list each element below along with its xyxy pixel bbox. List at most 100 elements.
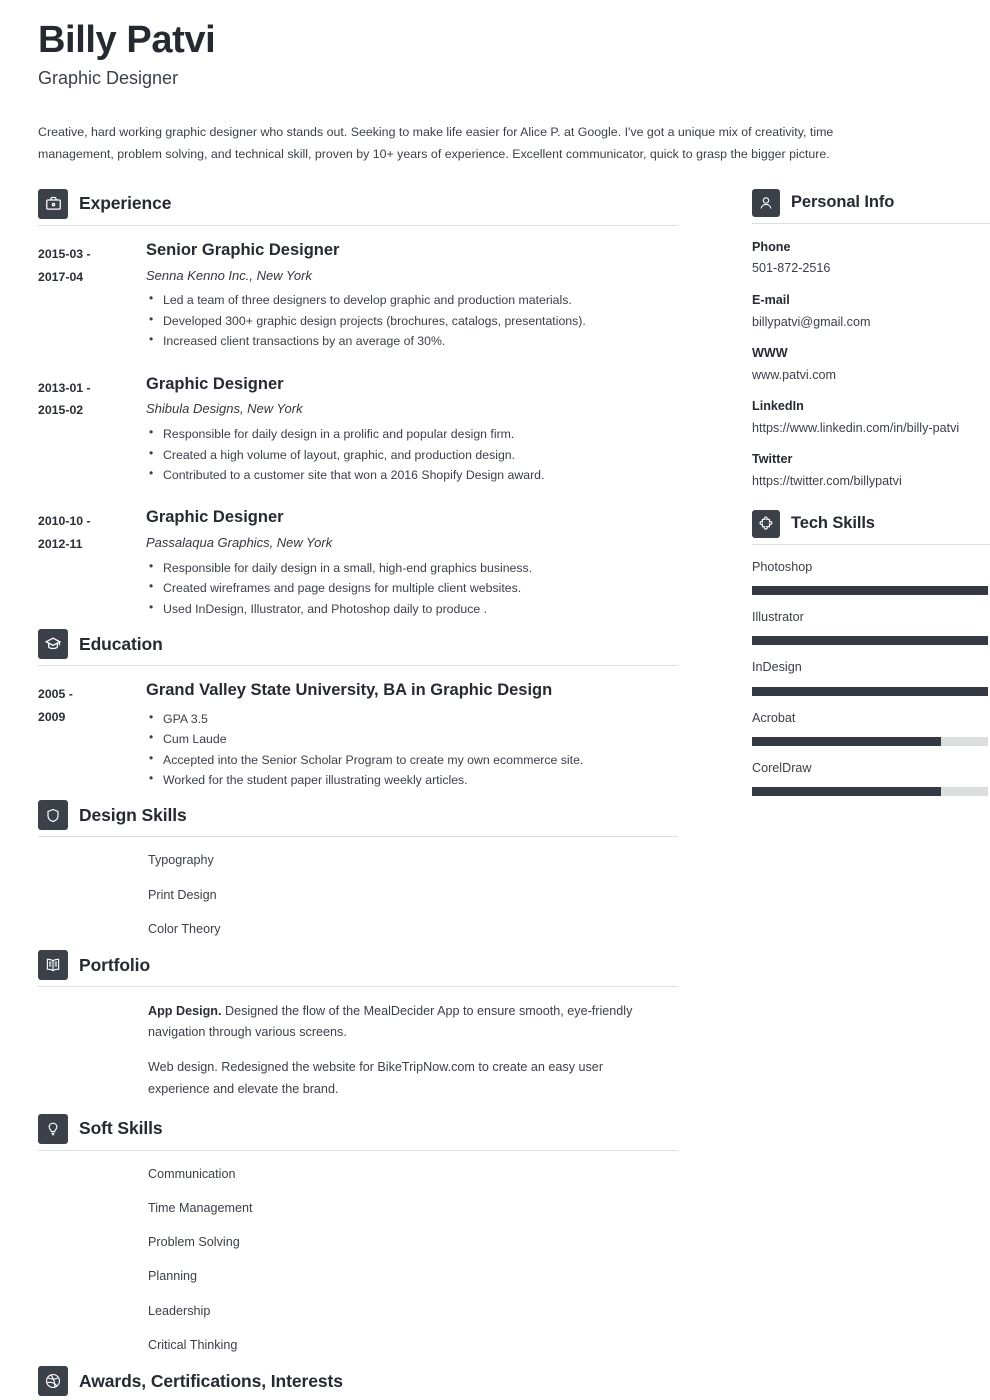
soft-skills-heading: Soft Skills (38, 1113, 678, 1150)
date-start: 2010-10 - (38, 514, 91, 529)
skill-name: CorelDraw (752, 761, 812, 776)
portfolio-list: App Design. Designed the flow of the Mea… (38, 1001, 678, 1100)
info-value: 501-872-2516 (752, 261, 831, 276)
design-skills-heading: Design Skills (38, 800, 678, 836)
skill-name: Illustrator (752, 609, 804, 624)
entry-role: Graphic Designer (146, 508, 284, 527)
professional-summary: Creative, hard working graphic designer … (38, 125, 834, 161)
bullet-item: Increased client transactions by an aver… (146, 330, 678, 351)
date-start: 2015-03 - (38, 246, 91, 261)
list-item: Time Management (148, 1200, 253, 1215)
info-value: https://twitter.com/billypatvi (752, 473, 902, 488)
entry-role: Graphic Designer (146, 374, 284, 393)
info-field: LinkedIn https://www.linkedin.com/in/bil… (752, 397, 990, 437)
personal-info-heading: Personal Info (752, 188, 990, 223)
skill-bar: InDesign (752, 659, 990, 696)
skill-fill (752, 737, 941, 747)
section-title: Soft Skills (79, 1118, 163, 1139)
experience-entry: 2010-10 - 2012-11 Graphic Designer Passa… (38, 507, 678, 619)
section-divider (38, 1149, 678, 1151)
education-entry: 2005 - 2009 Grand Valley State Universit… (38, 680, 678, 790)
design-skills-list: Typography Print Design Color Theory (38, 851, 678, 938)
info-label: LinkedIn (752, 399, 804, 414)
entry-role: Senior Graphic Designer (146, 240, 340, 259)
list-item: Print Design (148, 887, 217, 902)
skill-name: InDesign (752, 660, 802, 675)
bullet-item: Responsible for daily design in a small,… (146, 557, 678, 578)
entry-date-range: 2010-10 - 2012-11 (38, 507, 146, 619)
list-item: Communication (148, 1166, 236, 1181)
section-divider (38, 986, 678, 988)
entry-bullets: Led a team of three designers to develop… (146, 289, 678, 351)
portfolio-item: Web design. Redesigned the website for B… (148, 1057, 668, 1099)
info-field: Twitter https://twitter.com/billypatvi (752, 450, 990, 490)
date-start: 2013-01 - (38, 380, 91, 395)
section-divider (38, 665, 678, 667)
skill-bar: CorelDraw (752, 760, 990, 797)
entry-date-range: 2005 - 2009 (38, 680, 146, 790)
section-title: Experience (79, 193, 172, 214)
list-item: Problem Solving (148, 1235, 240, 1250)
info-value: www.patvi.com (752, 367, 836, 382)
section-title: Awards, Certifications, Interests (79, 1370, 343, 1391)
date-end: 2017-04 (38, 269, 84, 284)
list-item: Critical Thinking (148, 1337, 238, 1352)
entry-content: Grand Valley State University, BA in Gra… (146, 680, 678, 790)
info-label: E-mail (752, 293, 790, 308)
section-divider (752, 543, 990, 545)
bullet-item: Contributed to a customer site that won … (146, 464, 678, 485)
info-label: Phone (752, 239, 791, 254)
skill-fill (752, 686, 988, 696)
awards-heading: Awards, Certifications, Interests (38, 1366, 678, 1400)
list-item: Color Theory (148, 921, 221, 936)
entry-content: Graphic Designer Shibula Designs, New Yo… (146, 374, 678, 486)
entry-date-range: 2013-01 - 2015-02 (38, 374, 146, 486)
section-title: Design Skills (79, 804, 187, 825)
section-personal-info: Personal Info Phone 501-872-2516 E-mail … (752, 188, 990, 491)
bullet-item: Led a team of three designers to develop… (146, 289, 678, 310)
skill-track (752, 737, 988, 747)
skill-track (752, 585, 988, 595)
section-title: Tech Skills (791, 514, 875, 533)
skill-name: Acrobat (752, 710, 796, 725)
entry-organization: Passalaqua Graphics, New York (146, 534, 333, 550)
info-field: E-mail billypatvi@gmail.com (752, 291, 990, 331)
section-awards: Awards, Certifications, Interests Winner… (38, 1366, 678, 1400)
briefcase-icon (38, 188, 68, 219)
bullet-item: Used InDesign, Illustrator, and Photosho… (146, 598, 678, 619)
candidate-job-title: Graphic Designer (38, 67, 179, 88)
skill-track (752, 636, 988, 646)
entry-bullets: Responsible for daily design in a small,… (146, 557, 678, 619)
section-title: Personal Info (791, 193, 895, 212)
info-label: WWW (752, 346, 788, 361)
education-heading: Education (38, 629, 678, 665)
skill-fill (752, 585, 988, 595)
date-start: 2005 - (38, 687, 73, 702)
right-column: Personal Info Phone 501-872-2516 E-mail … (752, 188, 990, 811)
dribbble-icon (38, 1366, 68, 1397)
section-divider (752, 222, 990, 224)
entry-date-range: 2015-03 - 2017-04 (38, 240, 146, 352)
info-field: Phone 501-872-2516 (752, 238, 990, 278)
entry-bullets: Responsible for daily design in a prolif… (146, 423, 678, 485)
section-title: Education (79, 633, 163, 654)
bullet-item: Developed 300+ graphic design projects (… (146, 310, 678, 331)
section-design-skills: Design Skills Typography Print Design Co… (38, 800, 678, 938)
section-soft-skills: Soft Skills Communication Time Managemen… (38, 1113, 678, 1355)
skill-bar: Acrobat (752, 710, 990, 747)
bullet-item: Cum Laude (146, 728, 678, 749)
tech-skills-heading: Tech Skills (752, 509, 990, 544)
resume-header: Billy Patvi Graphic Designer Creative, h… (38, 14, 950, 165)
list-item: Planning (148, 1269, 198, 1284)
person-icon (752, 188, 780, 217)
section-experience: Experience 2015-03 - 2017-04 Senior Grap… (38, 188, 678, 619)
portfolio-item-lead: App Design. (148, 1004, 222, 1019)
section-divider (38, 836, 678, 838)
section-education: Education 2005 - 2009 Grand Valley State… (38, 629, 678, 790)
skill-name: Photoshop (752, 559, 813, 574)
bullet-item: Created wireframes and page designs for … (146, 577, 678, 598)
open-book-icon (38, 950, 68, 981)
puzzle-piece-icon (752, 509, 780, 538)
section-title: Portfolio (79, 954, 151, 975)
date-end: 2009 (38, 709, 66, 724)
